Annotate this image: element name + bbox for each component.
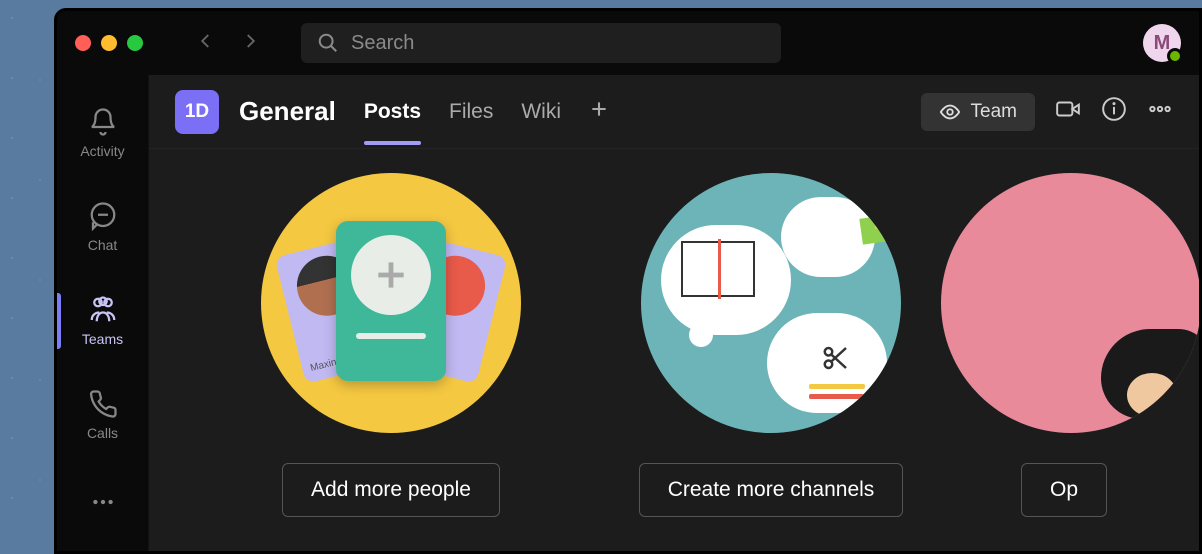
team-button-label: Team: [971, 101, 1017, 123]
welcome-cards: Maxine ly Add more people: [149, 149, 1199, 551]
phone-icon: [88, 389, 118, 419]
history-nav: [197, 32, 259, 55]
eye-icon: [939, 101, 961, 123]
info-icon: [1101, 96, 1127, 122]
main-area: 1D General Posts Files Wiki Team: [149, 75, 1199, 551]
bell-icon: [88, 107, 118, 137]
video-icon: [1055, 96, 1081, 122]
create-channels-button[interactable]: Create more channels: [639, 463, 904, 517]
rail-calls[interactable]: Calls: [57, 385, 148, 445]
illustration-create-channels: [641, 173, 901, 433]
more-icon: [1147, 96, 1173, 122]
card-open-faq: Op: [1001, 173, 1151, 551]
rail-label: Activity: [80, 143, 124, 159]
third-card-button[interactable]: Op: [1021, 463, 1107, 517]
rail-label: Teams: [82, 331, 123, 347]
rail-more[interactable]: [90, 489, 116, 520]
tab-posts[interactable]: Posts: [364, 80, 421, 144]
card-add-people: Maxine ly Add more people: [241, 173, 541, 551]
presence-indicator: [1167, 48, 1183, 64]
channel-header: 1D General Posts Files Wiki Team: [149, 75, 1199, 149]
rail-activity[interactable]: Activity: [57, 103, 148, 163]
illustration-third: [941, 173, 1199, 433]
more-icon: [90, 489, 116, 515]
forward-button[interactable]: [241, 32, 259, 55]
plus-icon: [372, 256, 410, 294]
search-placeholder: Search: [351, 32, 414, 55]
rail-label: Chat: [88, 237, 118, 253]
channel-name: General: [239, 96, 336, 127]
more-options-button[interactable]: [1147, 96, 1173, 127]
search-input[interactable]: Search: [301, 23, 781, 63]
tab-files[interactable]: Files: [449, 80, 493, 144]
close-window-icon[interactable]: [75, 35, 91, 51]
info-button[interactable]: [1101, 96, 1127, 127]
app-window: Search M Activity Chat Teams Calls: [54, 8, 1202, 554]
meet-button[interactable]: [1055, 96, 1081, 127]
window-controls: [75, 35, 143, 51]
add-tab-button[interactable]: [589, 99, 609, 124]
add-people-button[interactable]: Add more people: [282, 463, 500, 517]
search-icon: [317, 32, 339, 54]
back-button[interactable]: [197, 32, 215, 55]
profile-avatar[interactable]: M: [1143, 24, 1181, 62]
rail-teams[interactable]: Teams: [57, 291, 148, 351]
chat-icon: [88, 201, 118, 231]
app-rail: Activity Chat Teams Calls: [57, 75, 149, 551]
teams-icon: [88, 295, 118, 325]
zoom-window-icon[interactable]: [127, 35, 143, 51]
rail-chat[interactable]: Chat: [57, 197, 148, 257]
team-badge[interactable]: 1D: [175, 90, 219, 134]
channel-tabs: Posts Files Wiki: [364, 80, 609, 144]
minimize-window-icon[interactable]: [101, 35, 117, 51]
rail-label: Calls: [87, 425, 118, 441]
illustration-add-people: Maxine ly: [261, 173, 521, 433]
tab-wiki[interactable]: Wiki: [521, 80, 561, 144]
titlebar: Search M: [57, 11, 1199, 75]
card-create-channels: Create more channels: [621, 173, 921, 551]
team-visibility-button[interactable]: Team: [921, 93, 1035, 131]
